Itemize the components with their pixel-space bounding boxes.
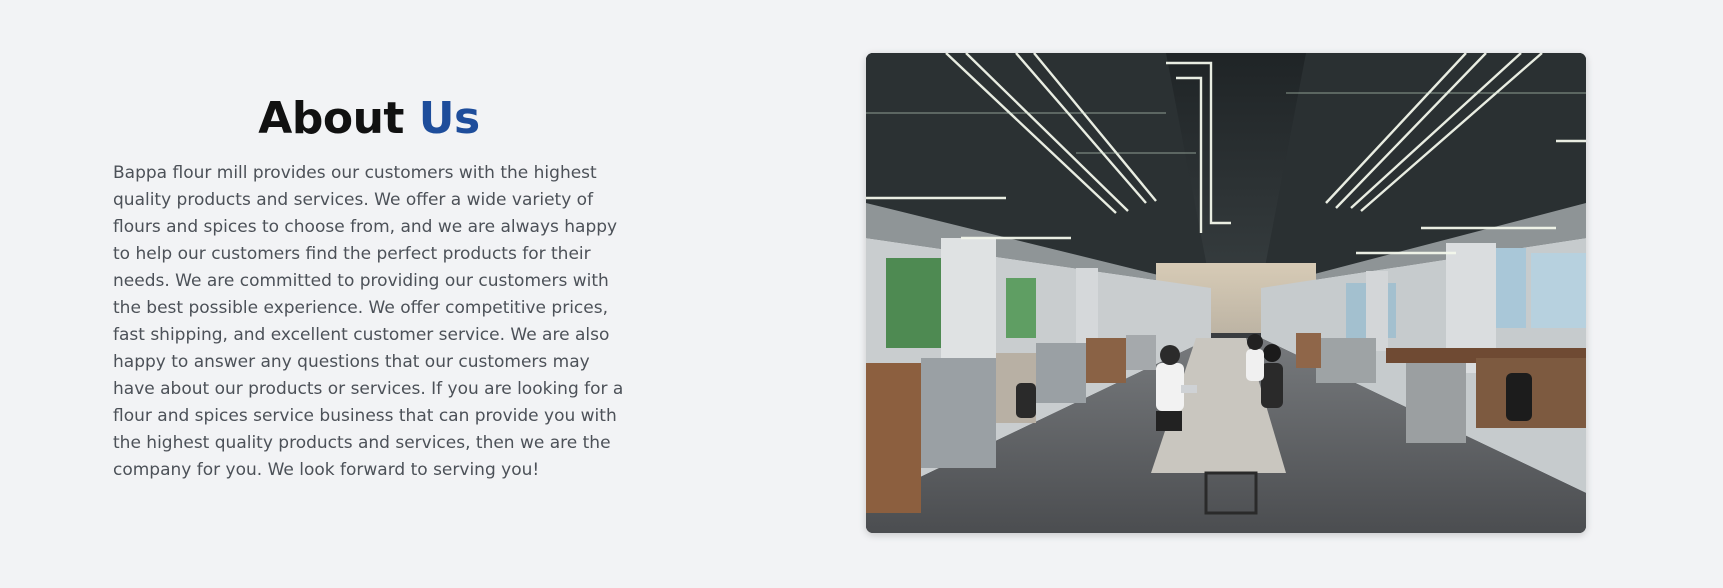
- office-photo-illustration: [866, 53, 1586, 533]
- heading-accent-text: Us: [418, 93, 480, 144]
- about-section: About Us Bappa flour mill provides our c…: [0, 0, 1723, 588]
- heading-main-text: About: [258, 93, 404, 144]
- about-description: Bappa flour mill provides our customers …: [113, 163, 624, 480]
- office-photo: [866, 53, 1586, 533]
- about-heading: About Us: [113, 90, 625, 148]
- about-text-column: About Us Bappa flour mill provides our c…: [113, 90, 633, 484]
